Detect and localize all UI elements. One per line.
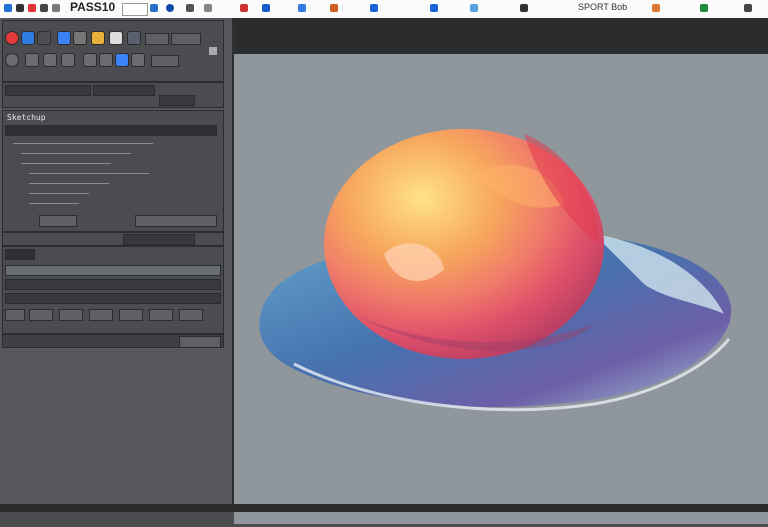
status-bar xyxy=(0,504,768,512)
tools-panel xyxy=(2,20,224,82)
property-row[interactable] xyxy=(93,85,155,96)
tool-icon-10[interactable] xyxy=(700,4,708,12)
crop-icon[interactable] xyxy=(131,53,145,67)
attr-button[interactable] xyxy=(5,309,25,321)
top-toolbar: PASS10 SPORT Bob xyxy=(0,0,768,19)
attribute-row[interactable] xyxy=(5,293,221,304)
toolbar-field[interactable] xyxy=(122,3,148,16)
tool-icon-8[interactable] xyxy=(520,4,528,12)
tree-item[interactable] xyxy=(29,173,149,174)
settings-icon[interactable] xyxy=(204,4,212,12)
select-icon[interactable] xyxy=(115,53,129,67)
frame-icon[interactable] xyxy=(83,53,97,67)
eraser-icon[interactable] xyxy=(73,31,87,45)
mode-button[interactable] xyxy=(171,33,201,45)
color-blue-icon[interactable] xyxy=(21,31,35,45)
canvas-header xyxy=(234,18,768,54)
color-yellow-icon[interactable] xyxy=(91,31,105,45)
value-field[interactable] xyxy=(123,234,195,245)
square-icon[interactable] xyxy=(25,53,39,67)
tool-icon-1[interactable] xyxy=(240,4,248,12)
canvas-area xyxy=(234,18,768,524)
layers-icon[interactable] xyxy=(57,31,71,45)
attr-button[interactable] xyxy=(89,309,113,321)
expand-icon[interactable] xyxy=(209,47,217,55)
tree-item[interactable] xyxy=(29,203,79,204)
grid-icon[interactable] xyxy=(186,4,194,12)
attribute-row[interactable] xyxy=(5,265,221,276)
app-title: PASS10 xyxy=(70,0,116,14)
record-icon[interactable] xyxy=(28,4,36,12)
brush-icon[interactable] xyxy=(37,31,51,45)
tool-icon-6[interactable] xyxy=(430,4,438,12)
layer-icon[interactable] xyxy=(150,4,158,12)
globe-icon[interactable] xyxy=(166,4,174,12)
color-white-icon[interactable] xyxy=(109,31,123,45)
app-icon[interactable] xyxy=(4,4,12,12)
tool-icon-4[interactable] xyxy=(330,4,338,12)
footer-row xyxy=(2,334,224,348)
tool-icon-9[interactable] xyxy=(652,4,660,12)
tree-item[interactable] xyxy=(21,153,131,154)
tree-item[interactable] xyxy=(13,143,153,144)
watercolor-egg-illustration xyxy=(259,129,732,412)
outliner-button[interactable] xyxy=(39,215,77,227)
open-icon[interactable] xyxy=(52,4,60,12)
attr-button[interactable] xyxy=(59,309,83,321)
grid-small-icon[interactable] xyxy=(99,53,113,67)
tool-icon-11[interactable] xyxy=(744,4,752,12)
outliner-header xyxy=(5,125,217,136)
circle-icon[interactable] xyxy=(5,53,19,67)
attributes-header xyxy=(5,249,35,260)
attribute-row[interactable] xyxy=(5,279,221,290)
move-icon[interactable] xyxy=(127,31,141,45)
tree-item[interactable] xyxy=(29,183,109,184)
left-panel: Sketchup xyxy=(0,18,234,512)
footer-button[interactable] xyxy=(179,336,221,348)
attr-button[interactable] xyxy=(29,309,53,321)
tool-icon-7[interactable] xyxy=(470,4,478,12)
outliner-button[interactable] xyxy=(135,215,217,227)
toolbar-label: SPORT Bob xyxy=(578,2,628,12)
option-button[interactable] xyxy=(145,33,169,45)
tool-icon-3[interactable] xyxy=(298,4,306,12)
property-row[interactable] xyxy=(159,95,195,106)
file-icon[interactable] xyxy=(16,4,24,12)
paste-icon[interactable] xyxy=(61,53,75,67)
apply-button[interactable] xyxy=(151,55,179,67)
section-label: Sketchup xyxy=(7,113,46,122)
tree-item[interactable] xyxy=(29,193,89,194)
attributes-panel xyxy=(2,246,224,334)
properties-panel xyxy=(2,82,224,108)
tool-icon-2[interactable] xyxy=(262,4,270,12)
tree-item[interactable] xyxy=(21,163,111,164)
attr-button[interactable] xyxy=(179,309,203,321)
save-icon[interactable] xyxy=(40,4,48,12)
outliner-panel: Sketchup xyxy=(2,110,224,232)
status-row xyxy=(2,232,224,246)
color-red-icon[interactable] xyxy=(5,31,19,45)
property-row[interactable] xyxy=(5,85,91,96)
tool-icon-5[interactable] xyxy=(370,4,378,12)
attr-button[interactable] xyxy=(119,309,143,321)
canvas[interactable] xyxy=(234,54,768,524)
attr-button[interactable] xyxy=(149,309,173,321)
copy-icon[interactable] xyxy=(43,53,57,67)
